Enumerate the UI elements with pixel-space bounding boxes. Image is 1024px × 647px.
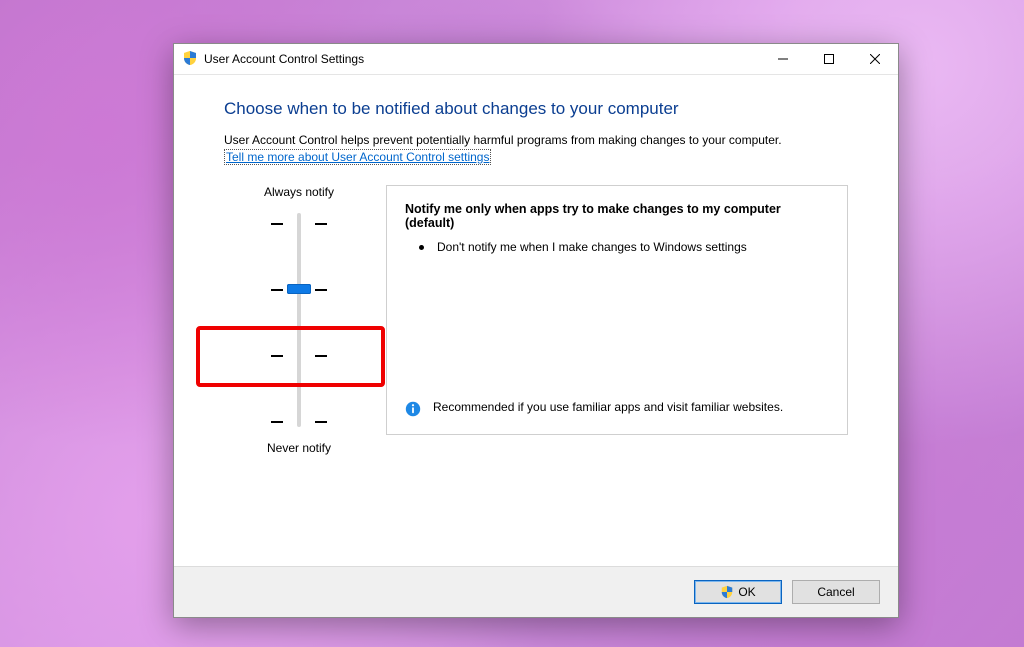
level-bullet-text: Don't notify me when I make changes to W… — [437, 240, 747, 254]
titlebar[interactable]: User Account Control Settings — [174, 44, 898, 75]
uac-settings-window: User Account Control Settings Choose whe… — [173, 43, 899, 618]
info-icon — [405, 401, 427, 420]
cancel-button[interactable]: Cancel — [792, 580, 880, 604]
content-area: Choose when to be notified about changes… — [174, 75, 898, 566]
slider-track — [297, 213, 301, 427]
slider-track-area[interactable] — [259, 205, 339, 435]
window-title: User Account Control Settings — [204, 52, 364, 66]
slider-label-bottom: Never notify — [224, 441, 374, 455]
shield-icon — [182, 50, 198, 69]
ok-button-label: OK — [738, 585, 755, 599]
help-text: User Account Control helps prevent poten… — [224, 133, 848, 147]
slider-label-top: Always notify — [224, 185, 374, 199]
slider-thumb[interactable] — [287, 284, 311, 294]
ok-button[interactable]: OK — [694, 580, 782, 604]
recommendation: Recommended if you use familiar apps and… — [405, 400, 829, 420]
recommendation-text: Recommended if you use familiar apps and… — [433, 400, 783, 414]
close-button[interactable] — [852, 44, 898, 74]
level-bullet: Don't notify me when I make changes to W… — [419, 240, 829, 254]
maximize-button[interactable] — [806, 44, 852, 74]
cancel-button-label: Cancel — [817, 585, 854, 599]
notification-slider: Always notify Never notify — [224, 185, 374, 455]
page-heading: Choose when to be notified about changes… — [224, 99, 848, 119]
help-link[interactable]: Tell me more about User Account Control … — [224, 149, 491, 165]
dialog-footer: OK Cancel — [174, 566, 898, 617]
level-title: Notify me only when apps try to make cha… — [405, 202, 829, 230]
level-description-box: Notify me only when apps try to make cha… — [386, 185, 848, 435]
minimize-button[interactable] — [760, 44, 806, 74]
